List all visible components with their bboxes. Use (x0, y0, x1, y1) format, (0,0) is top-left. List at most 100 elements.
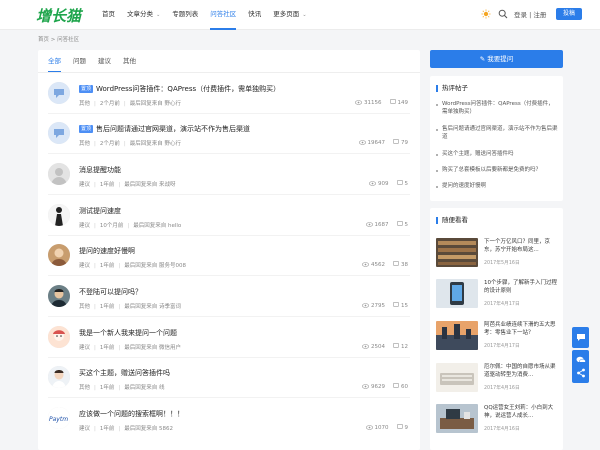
hot-post-link[interactable]: 购买了总套模板以后要新都是免费的吗？ (436, 167, 558, 175)
ask-question-button[interactable]: ✎ 我要提问 (430, 50, 563, 68)
question-stats: 4562 38 (361, 261, 408, 269)
comment-count: 15 (401, 303, 408, 309)
float-chat-button[interactable] (572, 327, 589, 348)
main-nav: 首页 文章分类 ⌄ 专题列表 问答社区 快讯 更多页面 ⌄ (96, 0, 313, 30)
last-reply: 最后回复来自 线 (124, 385, 165, 391)
nav-home[interactable]: 首页 (96, 0, 121, 30)
tab-suggestions[interactable]: 建议 (98, 50, 111, 72)
question-meta: 其他 | 1年前 | 最后回复来自 线 (79, 385, 165, 391)
question-title[interactable]: 应该做一个问题的搜索框啊！！！ (79, 409, 184, 419)
avatar[interactable] (48, 82, 70, 104)
nav-news[interactable]: 快讯 (242, 0, 267, 30)
row-divider (48, 153, 410, 154)
random-post-item[interactable]: QQ运营女王刘莉：小白到大神，说运营人成长... 2017年4月16日 (436, 404, 560, 438)
nav-more[interactable]: 更多页面 ⌄ (267, 0, 312, 30)
question-category[interactable]: 其他 (79, 304, 90, 310)
post-thumbnail[interactable] (436, 321, 478, 350)
last-reply: 最后回复来自 野心行 (129, 101, 181, 107)
question-title[interactable]: 消息提醒功能 (79, 165, 121, 175)
question-category[interactable]: 建议 (79, 263, 90, 269)
hot-post-link[interactable]: 提问的速度好慢啊 (436, 183, 558, 191)
avatar[interactable] (48, 326, 70, 348)
question-time: 10个月前 (99, 223, 124, 229)
question-time: 1年前 (99, 263, 115, 269)
avatar[interactable] (48, 285, 70, 307)
view-count: 4562 (371, 262, 385, 268)
question-stats: 19647 79 (358, 139, 408, 147)
question-row[interactable]: 置顶 售后问题请通过官网渠道，演示站不作为售后渠道 其他 | 2个月前 | 最后回复来自 野… (48, 122, 410, 162)
avatar[interactable] (48, 244, 70, 266)
row-divider (48, 235, 410, 236)
post-title[interactable]: 厄尔佩：中国的自愿市场从渠道驱动转型为消费... (484, 364, 560, 379)
random-post-item[interactable]: 阿芭兵业绩连续下滑的五大思考：零售业下一站？ 2017年4月17日 (436, 321, 560, 355)
post-title[interactable]: 阿芭兵业绩连续下滑的五大思考：零售业下一站？ (484, 322, 560, 337)
tab-all[interactable]: 全部 (48, 50, 61, 72)
avatar[interactable] (48, 204, 70, 226)
post-thumbnail[interactable] (436, 238, 478, 267)
question-category[interactable]: 其他 (79, 385, 90, 391)
tab-questions[interactable]: 问题 (73, 50, 86, 72)
question-row[interactable]: 我是一个新人我来提问一个问题 建议 | 1年前 | 最后回复来自 微信用户 2504 12 (48, 326, 410, 366)
search-icon[interactable] (498, 9, 508, 19)
eye-icon (361, 261, 370, 269)
question-category[interactable]: 建议 (79, 182, 90, 188)
question-row[interactable]: 不登陆可以提问吗？ 其他 | 1年前 | 最后回复来自 诗季富词 2795 15 (48, 285, 410, 325)
question-title[interactable]: 我是一个新人我来提问一个问题 (79, 328, 177, 338)
avatar[interactable] (48, 366, 70, 388)
row-divider (48, 113, 410, 114)
eye-icon (368, 180, 377, 188)
nav-qa[interactable]: 问答社区 (204, 0, 242, 30)
question-title[interactable]: 不登陆可以提问吗？ (79, 287, 142, 297)
question-title[interactable]: 置顶 售后问题请通过官网渠道，演示站不作为售后渠道 (79, 124, 250, 134)
question-time: 1年前 (99, 426, 115, 432)
login-register-link[interactable]: 登录 | 注册 (514, 9, 546, 19)
hot-post-link[interactable]: WordPress问答插件：QAPress（付费插件，需单独购买） (436, 101, 558, 116)
question-title[interactable]: 提问的速度好慢啊 (79, 246, 135, 256)
post-title[interactable]: 下一个万亿风口？同里，京东，苏宁开始布局这... (484, 239, 560, 254)
nav-topics[interactable]: 专题列表 (166, 0, 204, 30)
random-post-item[interactable]: 下一个万亿风口？同里，京东，苏宁开始布局这... 2017年5月16日 (436, 238, 560, 272)
float-share-button[interactable] (572, 362, 589, 383)
eye-icon (361, 302, 370, 310)
hot-post-link[interactable]: 买这个主题，赠送问答插件吗 (436, 151, 558, 159)
avatar[interactable] (48, 163, 70, 185)
question-stats: 2504 12 (361, 343, 408, 351)
question-row[interactable]: 买这个主题，赠送问答插件吗 其他 | 1年前 | 最后回复来自 线 9629 60 (48, 366, 410, 406)
question-stats: 909 5 (368, 180, 408, 188)
pinned-badge: 置顶 (79, 125, 94, 133)
question-row[interactable]: Paytm 应该做一个问题的搜索框啊！！！ 建议 | 1年前 | 最后回复来自 5862 10… (48, 407, 410, 447)
site-logo[interactable]: 增长猫 (36, 5, 81, 26)
random-post-item[interactable]: 10个步骤，了解新手入门过程的设计原则 2017年4月17日 (436, 279, 560, 313)
view-count: 2795 (371, 303, 385, 309)
post-title[interactable]: QQ运营女王刘莉：小白到大神，说运营人成长... (484, 405, 560, 420)
hot-post-link[interactable]: 售后问题请通过官网渠道，演示站不作为售后渠道 (436, 126, 558, 141)
post-thumbnail[interactable] (436, 279, 478, 308)
question-category[interactable]: 其他 (79, 101, 90, 107)
question-row[interactable]: 消息提醒功能 建议 | 1年前 | 最后回复来自 来战呀 909 5 (48, 163, 410, 203)
svg-text:Paytm: Paytm (49, 416, 68, 423)
avatar[interactable] (48, 122, 70, 144)
question-title[interactable]: 置顶 WordPress问答插件：QAPress（付费插件，需单独购买） (79, 84, 280, 94)
post-title[interactable]: 10个步骤，了解新手入门过程的设计原则 (484, 280, 560, 295)
question-category[interactable]: 建议 (79, 223, 90, 229)
post-thumbnail[interactable] (436, 363, 478, 392)
question-row[interactable]: 测试提问速度 建议 | 10个月前 | 最后回复来自 hello 1687 5 (48, 204, 410, 244)
question-row[interactable]: 提问的速度好慢啊建议 | 1年前 | 最后回复来自 服务号008 4562 38 (48, 244, 410, 284)
question-title[interactable]: 买这个主题，赠送问答插件吗 (79, 368, 170, 378)
random-post-item[interactable]: 厄尔佩：中国的自愿市场从渠道驱动转型为消费... 2017年4月16日 (436, 363, 560, 397)
avatar[interactable]: Paytm (48, 407, 70, 429)
question-category[interactable]: 建议 (79, 426, 90, 432)
nav-categories[interactable]: 文章分类 ⌄ (121, 0, 166, 30)
question-row[interactable]: 置顶 WordPress问答插件：QAPress（付费插件，需单独购买） 其他 | 2个… (48, 82, 410, 122)
comment-icon (396, 221, 403, 229)
post-thumbnail[interactable] (436, 404, 478, 433)
tab-other[interactable]: 其他 (123, 50, 136, 72)
submit-article-button[interactable]: 投稿 (556, 8, 582, 20)
question-meta: 建议 | 1年前 | 最后回复来自 服务号008 (79, 263, 186, 269)
chevron-down-icon: ⌄ (302, 12, 307, 18)
question-category[interactable]: 建议 (79, 345, 90, 351)
question-category[interactable]: 其他 (79, 141, 90, 147)
question-title[interactable]: 测试提问速度 (79, 206, 121, 216)
sun-icon[interactable] (481, 9, 491, 19)
last-reply: 最后回复来自 野心行 (129, 141, 181, 147)
